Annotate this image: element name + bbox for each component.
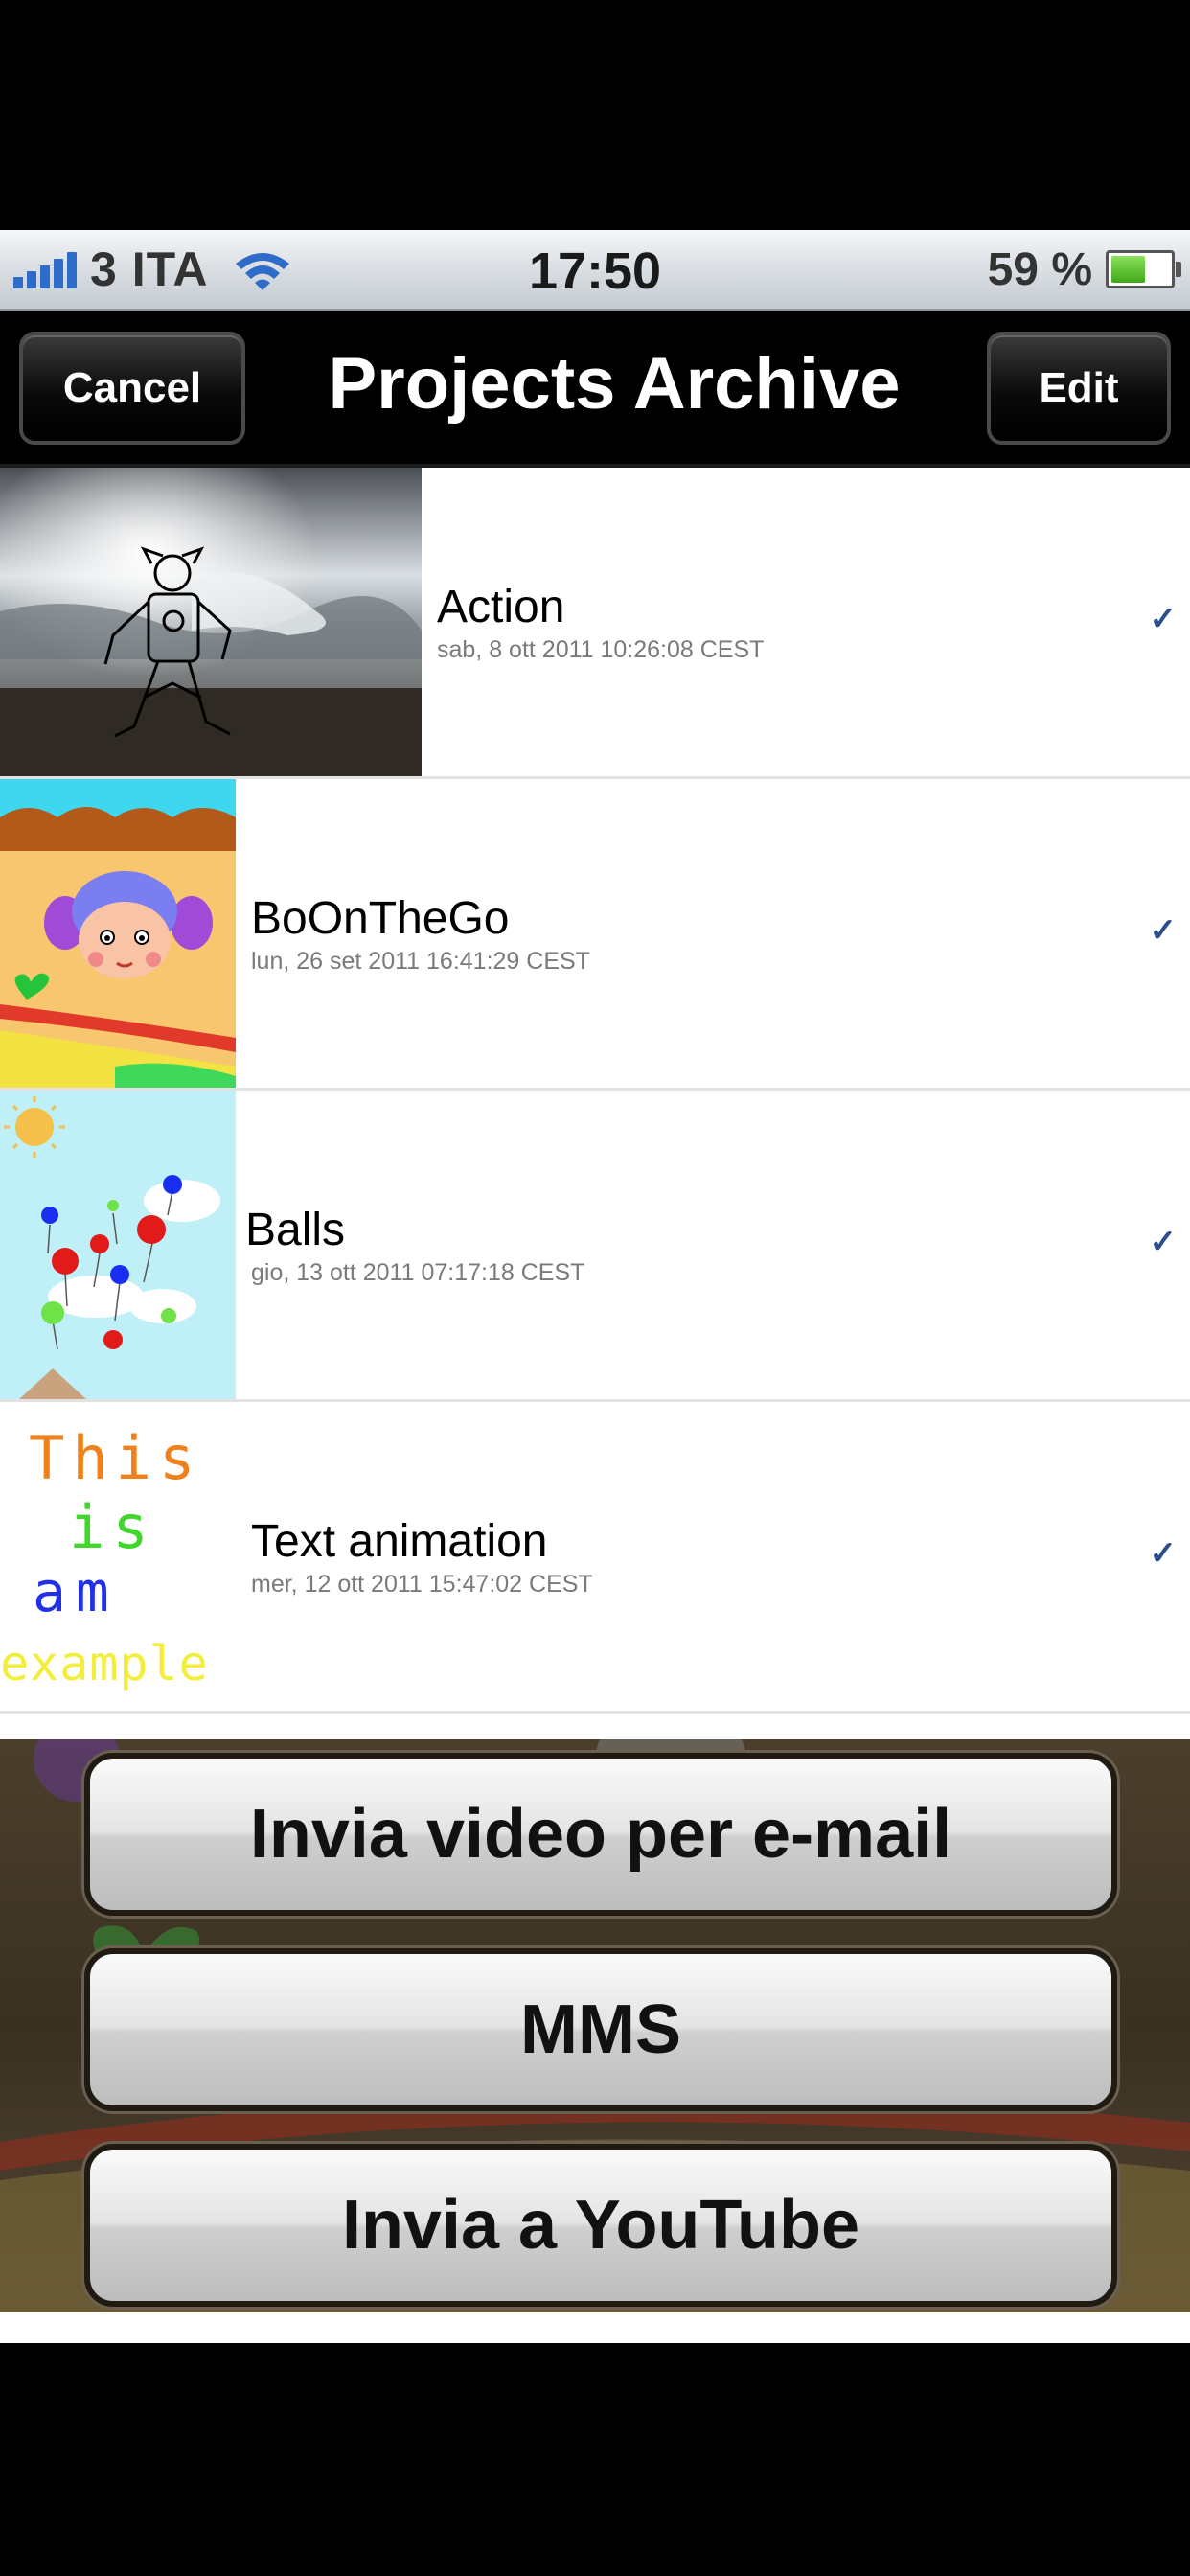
project-row-boonthego[interactable]: BoOnTheGo lun, 26 set 2011 16:41:29 CEST… <box>0 779 1190 1091</box>
mms-button[interactable]: MMS <box>84 1948 1117 2111</box>
projects-list: Action sab, 8 ott 2011 10:26:08 CEST ✓ B… <box>0 468 1190 1748</box>
project-date: lun, 26 set 2011 16:41:29 CEST <box>251 948 590 975</box>
navigation-bar: Cancel Projects Archive Edit <box>0 310 1190 468</box>
cancel-button[interactable]: Cancel <box>19 332 245 445</box>
page-title: Projects Archive <box>328 343 901 425</box>
project-title: Text animation <box>251 1516 548 1567</box>
thumbnail-action <box>0 468 422 776</box>
battery-cap <box>1176 262 1181 277</box>
text-animation-line-3: am <box>33 1559 119 1624</box>
screen: 3 ITA 17:50 59 % Cancel Projects Archive… <box>0 0 1190 2576</box>
thumbnail-balls <box>0 1091 236 1399</box>
status-bar: 3 ITA 17:50 59 % <box>0 230 1190 310</box>
battery-percent: 59 % <box>987 243 1092 295</box>
checkmark-icon: ✓ <box>1149 912 1178 949</box>
status-right: 59 % <box>987 242 1181 297</box>
text-animation-line-4: example <box>0 1636 209 1691</box>
project-title: BoOnTheGo <box>251 893 510 944</box>
project-date: gio, 13 ott 2011 07:17:18 CEST <box>251 1259 585 1286</box>
project-row-action[interactable]: Action sab, 8 ott 2011 10:26:08 CEST ✓ <box>0 468 1190 779</box>
edit-button[interactable]: Edit <box>987 332 1171 445</box>
project-date: sab, 8 ott 2011 10:26:08 CEST <box>437 636 765 663</box>
thumbnail-boonthego <box>0 779 236 1088</box>
send-email-button[interactable]: Invia video per e-mail <box>84 1753 1117 1916</box>
bottom-strip <box>0 2312 1190 2343</box>
text-animation-line-1: This <box>29 1423 202 1493</box>
thumbnail-text-animation: This is am example <box>0 1402 236 1711</box>
text-animation-line-2: is <box>69 1492 156 1562</box>
youtube-button[interactable]: Invia a YouTube <box>84 2144 1117 2307</box>
checkmark-icon: ✓ <box>1149 601 1178 637</box>
project-title: Balls <box>245 1205 346 1255</box>
action-sheet: Invia video per e-mail MMS Invia a YouTu… <box>0 1739 1190 2312</box>
battery-icon <box>1106 250 1181 288</box>
project-row-text-animation[interactable]: This is am example Text animation mer, 1… <box>0 1402 1190 1714</box>
project-row-balls[interactable]: Balls gio, 13 ott 2011 07:17:18 CEST ✓ <box>0 1091 1190 1402</box>
battery-level <box>1111 256 1145 283</box>
project-date: mer, 12 ott 2011 15:47:02 CEST <box>251 1571 593 1598</box>
project-title: Action <box>437 582 565 632</box>
checkmark-icon: ✓ <box>1149 1224 1178 1260</box>
checkmark-icon: ✓ <box>1149 1535 1178 1572</box>
